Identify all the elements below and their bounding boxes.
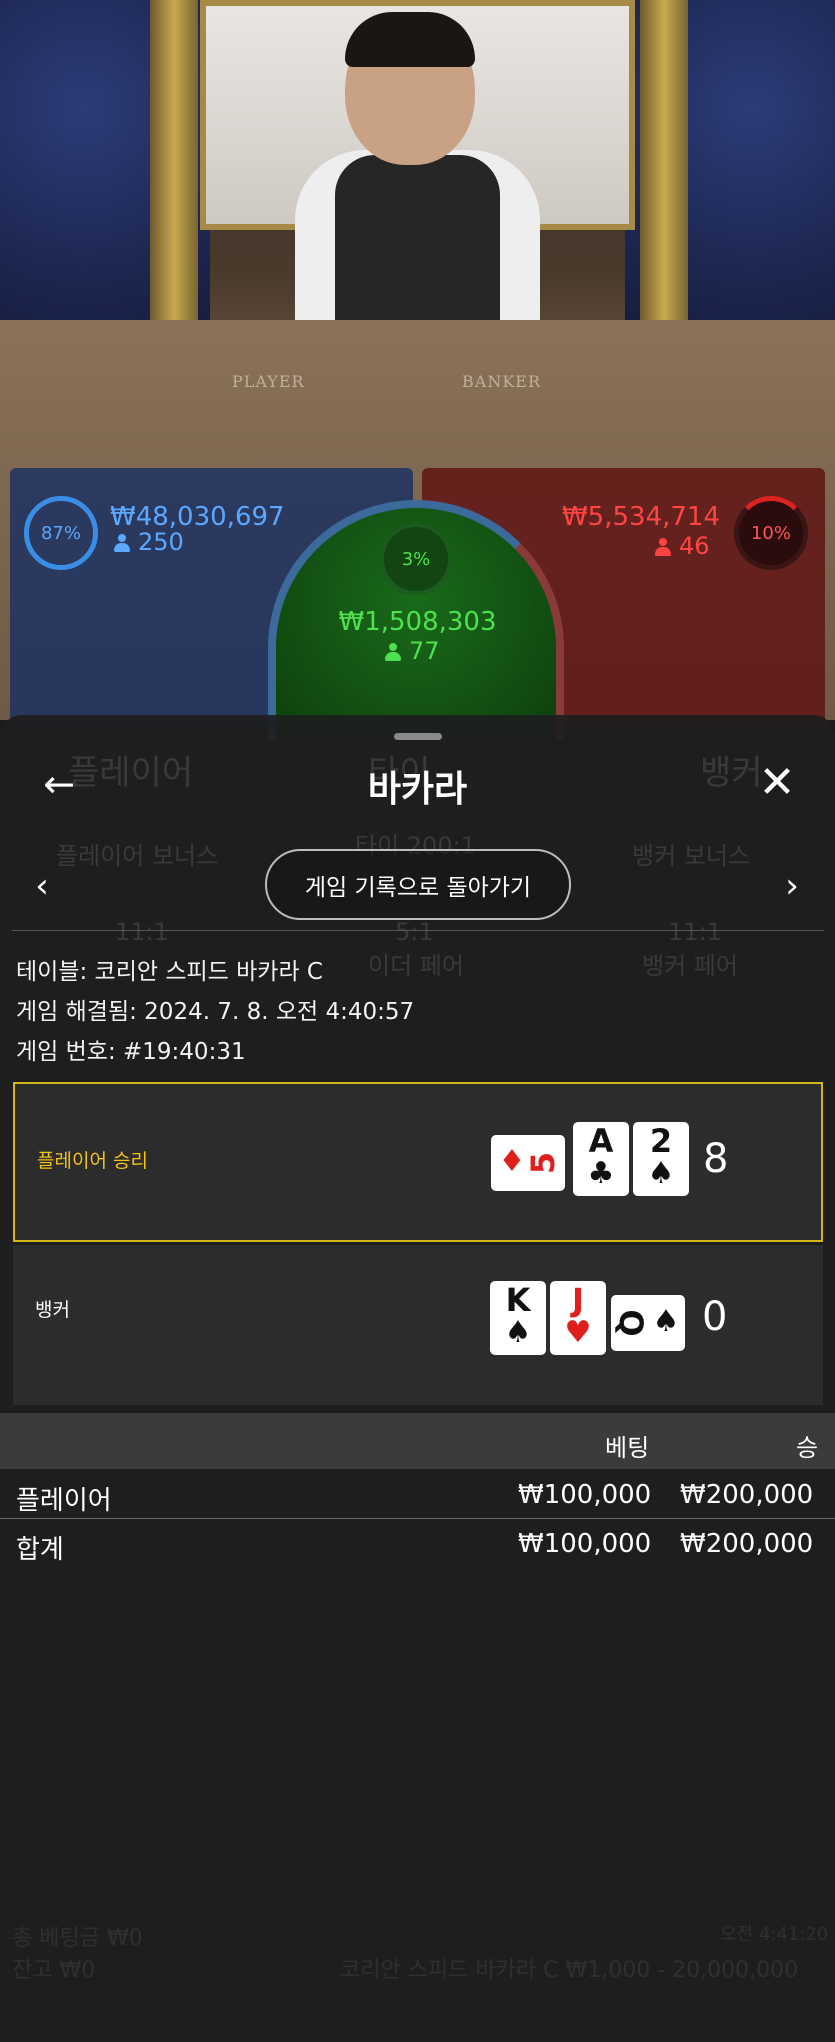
bets-table-header	[0, 1413, 835, 1469]
bg-time: 오전 4:41:20	[720, 1924, 829, 1945]
spade-suit-icon: ♠	[647, 1156, 675, 1191]
bg-player-bonus: 플레이어 보너스	[56, 842, 219, 870]
pillar	[150, 0, 198, 330]
sheet-drag-handle[interactable]	[394, 733, 442, 740]
card-rank: 5	[524, 1151, 562, 1175]
table-label-banker: BANKER	[462, 372, 541, 391]
card-rank: J	[572, 1281, 584, 1319]
bg-either-pair: 이더 페어	[368, 952, 464, 980]
spade-suit-icon: ♠	[652, 1304, 680, 1339]
player-card-2: A ♣	[573, 1122, 629, 1196]
total-row-win: ₩200,000	[680, 1529, 814, 1559]
tie-bettor-count: 77	[385, 637, 440, 665]
banker-percent: 10%	[750, 522, 791, 544]
player-percent-ring: 87%	[24, 496, 98, 570]
bg-balance: 잔고 ₩0	[12, 1958, 96, 1983]
player-result-label: 플레이어 승리	[37, 1150, 148, 1172]
card-rank: Q	[612, 1309, 650, 1337]
player-result-card: 플레이어 승리 5 ♦ A ♣ 2 ♠ 8	[13, 1082, 823, 1242]
banker-total-amount: ₩5,534,714	[561, 502, 720, 532]
bg-banker-bonus: 뱅커 보너스	[632, 842, 751, 870]
card-rank: A	[588, 1122, 614, 1160]
banker-card-1: K ♠	[490, 1281, 546, 1355]
divider	[12, 930, 824, 931]
club-suit-icon: ♣	[587, 1156, 615, 1191]
bg-total-bet: 총 베팅금 ₩0	[12, 1926, 143, 1951]
bg-banker-pair-odds: 11:1	[668, 918, 722, 946]
total-row-name: 합계	[16, 1535, 64, 1565]
banker-percent-ring: 10%	[734, 496, 808, 570]
chevron-left-icon: ‹	[35, 866, 49, 906]
chevron-right-icon: ›	[785, 866, 799, 906]
card-rank: 2	[649, 1122, 673, 1160]
tie-percent-ring: 3%	[380, 523, 452, 595]
pillar	[640, 0, 688, 330]
spade-suit-icon: ♠	[504, 1315, 532, 1350]
previous-game-button[interactable]: ‹	[22, 866, 62, 906]
bg-player-pair: 11:1	[115, 918, 169, 946]
card-rank: K	[505, 1281, 531, 1319]
player-score: 8	[703, 1136, 729, 1182]
sheet-title: 바카라	[367, 769, 468, 810]
banker-result-card: 뱅커 K ♠ J ♥ Q ♠ 0	[13, 1245, 823, 1405]
banker-card-2: J ♥	[550, 1281, 606, 1355]
bet-row-win: ₩200,000	[680, 1480, 814, 1510]
game-number: 게임 번호: #19:40:31	[16, 1039, 246, 1065]
player-card-1: 5 ♦	[491, 1135, 565, 1191]
person-icon	[385, 643, 401, 661]
table-label-player: PLAYER	[232, 372, 305, 391]
diamond-suit-icon: ♦	[498, 1144, 526, 1179]
bet-row-amount: ₩100,000	[518, 1480, 652, 1510]
player-bettor-count: 250	[114, 528, 184, 556]
tie-percent: 3%	[401, 548, 431, 570]
banker-bettor-count: 46	[655, 532, 710, 560]
next-game-button[interactable]: ›	[772, 866, 812, 906]
win-column-header: 승	[796, 1434, 819, 1462]
bg-table-limits: 코리안 스피드 바카라 C ₩1,000 - 20,000,000	[340, 1958, 799, 1983]
player-card-3: 2 ♠	[633, 1122, 689, 1196]
player-count-value: 250	[138, 528, 184, 556]
dealer-hair	[345, 12, 475, 67]
total-row-amount: ₩100,000	[518, 1529, 652, 1559]
close-button[interactable]: ✕	[752, 757, 802, 808]
heart-suit-icon: ♥	[564, 1315, 592, 1350]
row-divider	[0, 1518, 835, 1519]
return-to-history-button[interactable]: 게임 기록으로 돌아가기	[265, 849, 571, 920]
player-total-amount: ₩48,030,697	[110, 502, 285, 532]
person-icon	[114, 534, 130, 552]
bet-column-header: 베팅	[605, 1434, 650, 1462]
banker-card-3: Q ♠	[611, 1295, 685, 1351]
tie-count-value: 77	[409, 637, 440, 665]
table-name: 테이블: 코리안 스피드 바카라 C	[16, 959, 323, 985]
bg-banker-pair: 뱅커 페어	[642, 952, 738, 980]
person-icon	[655, 538, 671, 556]
banker-count-value: 46	[679, 532, 710, 560]
banker-score: 0	[702, 1294, 728, 1340]
close-icon: ✕	[758, 756, 796, 808]
bg-either-pair-odds: 5:1	[395, 918, 434, 946]
bet-row-name: 플레이어	[16, 1486, 112, 1516]
tie-total-amount: ₩1,508,303	[338, 607, 497, 637]
game-resolved-time: 게임 해결됨: 2024. 7. 8. 오전 4:40:57	[16, 999, 415, 1025]
banker-result-label: 뱅커	[35, 1299, 70, 1321]
player-percent: 87%	[40, 522, 81, 544]
